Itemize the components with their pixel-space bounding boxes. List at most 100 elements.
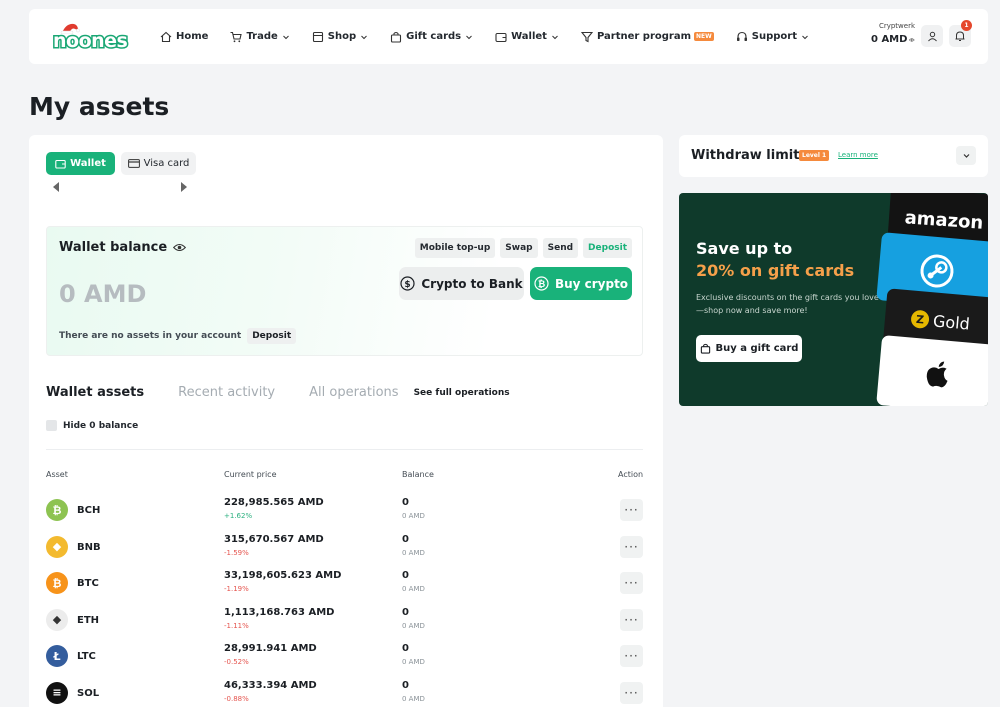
bag-icon bbox=[700, 343, 710, 354]
coin-ltc-icon: Ł bbox=[46, 645, 68, 667]
divider bbox=[46, 449, 643, 450]
tab-all-operations[interactable]: All operations bbox=[309, 385, 398, 400]
account-summary[interactable]: Cryptwerk 0 AMD bbox=[871, 22, 915, 45]
chevron-down-icon bbox=[552, 35, 558, 39]
mobile-topup-button[interactable]: Mobile top-up bbox=[414, 238, 496, 258]
hide-zero-toggle[interactable]: Hide 0 balance bbox=[46, 420, 138, 431]
see-full-operations-link[interactable]: See full operations bbox=[414, 388, 510, 398]
price-change: -1.11% bbox=[224, 621, 249, 630]
price-change: -0.88% bbox=[224, 694, 249, 703]
asset-balance-fiat: 0 AMD bbox=[402, 548, 425, 557]
buy-gift-card-button[interactable]: Buy a gift card bbox=[696, 335, 802, 362]
asset-balance: 0 bbox=[402, 643, 409, 654]
page-title: My assets bbox=[29, 92, 170, 121]
coin-bnb-icon: ◆ bbox=[46, 535, 68, 558]
swap-button[interactable]: Swap bbox=[500, 238, 538, 258]
logo-text: noones bbox=[51, 29, 129, 54]
nav-partner-program[interactable]: Partner program NEW bbox=[580, 31, 714, 43]
coin-bch-icon: ₿ bbox=[46, 499, 68, 521]
hide-zero-checkbox[interactable] bbox=[46, 420, 57, 431]
empty-assets-text: There are no assets in your account bbox=[59, 331, 242, 341]
svg-text:$: $ bbox=[405, 280, 411, 290]
header-action: Action bbox=[618, 470, 644, 479]
asset-balance: 0 bbox=[402, 533, 409, 545]
asset-symbol: LTC bbox=[77, 651, 96, 662]
wallet-balance-title: Wallet balance bbox=[59, 240, 187, 255]
table-row: ₿ BCH 228,985.565 AMD +1.62% 0 0 AMD ··· bbox=[46, 497, 643, 533]
home-icon bbox=[160, 31, 172, 42]
nav-support[interactable]: Support bbox=[736, 31, 809, 43]
nav-shop[interactable]: Shop bbox=[312, 31, 368, 43]
tab-visa-card[interactable]: Visa card bbox=[121, 152, 196, 175]
notifications-button[interactable]: 1 bbox=[949, 20, 972, 47]
chevron-down-icon bbox=[963, 154, 969, 158]
row-action-menu-button[interactable]: ··· bbox=[620, 499, 643, 521]
account-name: Cryptwerk bbox=[878, 22, 915, 30]
expand-limits-button[interactable] bbox=[956, 146, 976, 165]
asset-balance: 0 bbox=[402, 679, 409, 691]
row-action-menu-button[interactable]: ··· bbox=[620, 535, 643, 558]
withdraw-limits-title: Withdraw limits bbox=[691, 148, 808, 163]
row-action-menu-button[interactable]: ··· bbox=[620, 608, 643, 631]
wallet-balance-label: Wallet balance bbox=[59, 240, 168, 255]
level-badge: Level 1 bbox=[799, 150, 830, 161]
cart-icon bbox=[230, 31, 243, 42]
price-change: +1.62% bbox=[224, 512, 253, 520]
nav-home[interactable]: Home bbox=[160, 31, 208, 43]
header-asset: Asset bbox=[46, 470, 68, 479]
scroll-right-icon[interactable] bbox=[180, 181, 188, 193]
price-change: -1.19% bbox=[224, 585, 249, 593]
steam-logo-icon bbox=[919, 254, 953, 288]
buy-crypto-button[interactable]: ₿ Buy crypto bbox=[530, 267, 632, 300]
tab-recent-activity[interactable]: Recent activity bbox=[178, 385, 275, 400]
table-row: Ł LTC 28,991.941 AMD -0.52% 0 0 AMD ··· bbox=[46, 643, 643, 679]
price-change: -1.59% bbox=[224, 548, 249, 557]
user-icon bbox=[927, 31, 937, 41]
asset-price: 228,985.565 AMD bbox=[224, 497, 324, 508]
asset-symbol: BTC bbox=[77, 578, 99, 589]
new-badge: NEW bbox=[694, 32, 714, 41]
asset-price: 33,198,605.623 AMD bbox=[224, 570, 342, 581]
wallet-icon bbox=[495, 32, 507, 42]
wallet-balance-panel: Wallet balance Mobile top-up Swap Send D… bbox=[46, 226, 643, 356]
noones-logo[interactable]: noones bbox=[51, 22, 129, 54]
gift-card-promo-banner[interactable]: Save up to 20% on gift cards Exclusive d… bbox=[679, 193, 988, 406]
asset-symbol: SOL bbox=[77, 687, 100, 699]
buy-gift-card-label: Buy a gift card bbox=[715, 343, 799, 354]
nav-support-label: Support bbox=[751, 31, 798, 42]
deposit-button[interactable]: Deposit bbox=[583, 238, 632, 258]
empty-assets-message: There are no assets in your account Depo… bbox=[59, 328, 297, 344]
deposit-link[interactable]: Deposit bbox=[247, 328, 297, 344]
withdraw-limits-card[interactable]: Withdraw limits Level 1 Learn more bbox=[679, 135, 988, 177]
row-action-menu-button[interactable]: ··· bbox=[620, 681, 643, 704]
asset-balance: 0 bbox=[402, 497, 409, 508]
chevron-down-icon bbox=[466, 35, 472, 39]
chevron-down-icon bbox=[282, 35, 289, 39]
crypto-to-bank-button[interactable]: $ Crypto to Bank bbox=[399, 267, 524, 300]
nav-trade[interactable]: Trade bbox=[230, 31, 289, 43]
crypto-to-bank-label: Crypto to Bank bbox=[421, 276, 523, 291]
tab-wallet[interactable]: Wallet bbox=[46, 152, 115, 175]
nav-wallet[interactable]: Wallet bbox=[495, 31, 559, 43]
row-action-menu-button[interactable]: ··· bbox=[620, 645, 643, 667]
row-action-menu-button[interactable]: ··· bbox=[620, 572, 643, 594]
asset-price: 28,991.941 AMD bbox=[224, 643, 317, 654]
scroll-left-icon[interactable] bbox=[52, 181, 60, 193]
nav-gift-cards[interactable]: Gift cards bbox=[390, 31, 473, 43]
bag-icon bbox=[391, 31, 402, 43]
table-row: ≡ SOL 46,333.394 AMD -0.88% 0 0 AMD ··· bbox=[46, 680, 643, 707]
notification-count: 1 bbox=[961, 20, 972, 31]
send-button[interactable]: Send bbox=[542, 238, 579, 258]
tab-wallet-assets[interactable]: Wallet assets bbox=[46, 385, 144, 400]
tab-visa-label: Visa card bbox=[143, 158, 190, 169]
profile-button[interactable] bbox=[921, 25, 943, 47]
razer-gold-logo-icon: Z bbox=[911, 310, 930, 329]
asset-sub-tabs: Wallet assets Recent activity All operat… bbox=[46, 385, 510, 400]
nav-shop-label: Shop bbox=[327, 31, 357, 42]
asset-balance: 0 bbox=[402, 570, 409, 581]
eye-icon[interactable] bbox=[173, 243, 187, 252]
tab-wallet-label: Wallet bbox=[70, 158, 106, 169]
learn-more-link[interactable]: Learn more bbox=[838, 151, 878, 159]
wallet-icon bbox=[55, 159, 66, 169]
account-balance: 0 AMD bbox=[871, 34, 915, 45]
